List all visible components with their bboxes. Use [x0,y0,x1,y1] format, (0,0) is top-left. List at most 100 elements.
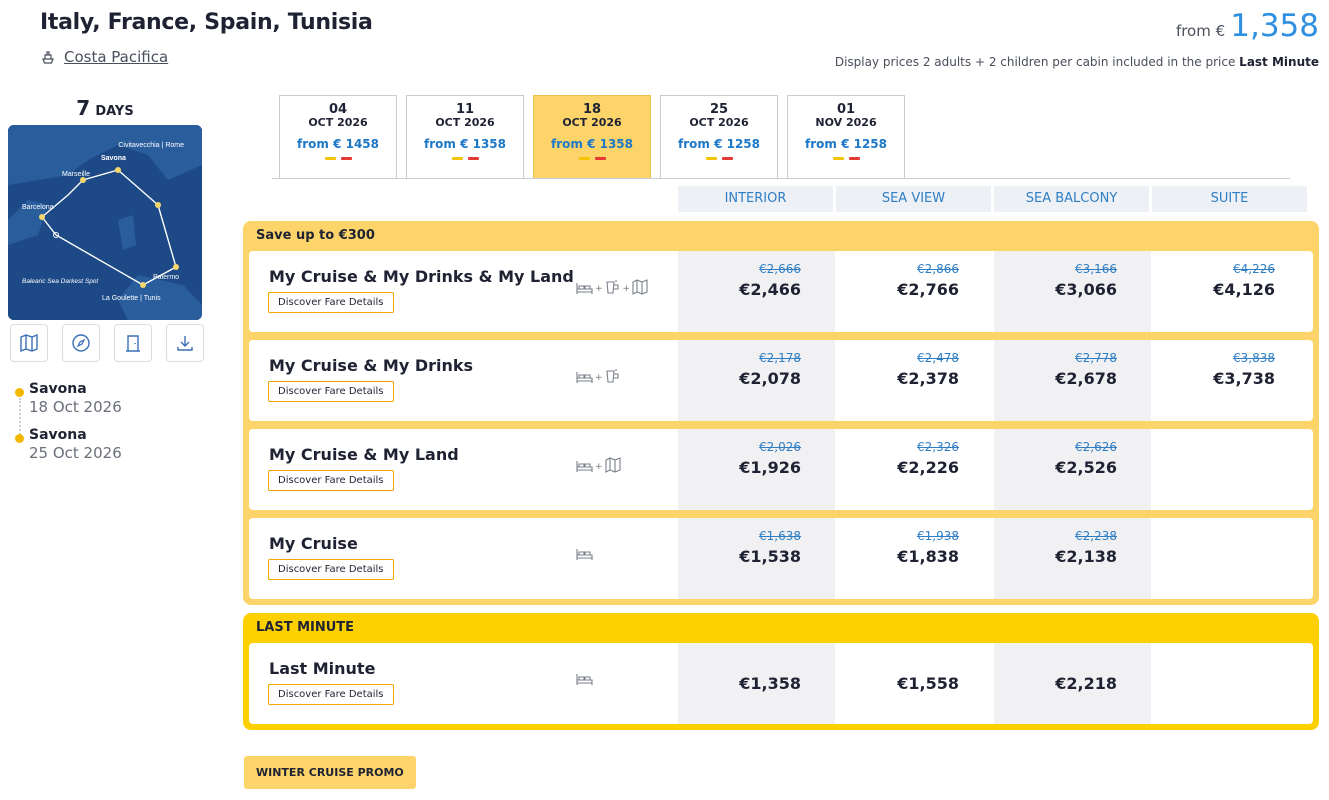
current-price: €2,466 [739,280,801,299]
land-icon [604,457,621,477]
tab-indicator-yellow [705,157,717,160]
price-cell[interactable]: €2,238 €2,138 [994,518,1151,599]
fare-name: My Cruise & My Drinks [269,356,474,375]
cabin-icon [576,546,593,565]
col-head-sea-balcony: SEA BALCONY [994,186,1149,212]
discover-fare-details-button[interactable]: Discover Fare Details [268,470,394,491]
tab-indicator-red [340,157,352,160]
discover-fare-details-button[interactable]: Discover Fare Details [268,381,394,402]
amenity-icons: + + [576,279,648,299]
tab-indicator-yellow [578,157,590,160]
current-price: €2,678 [1055,369,1117,388]
plus-sign: + [595,373,603,383]
original-price: €1,938 [917,529,959,543]
current-price: €4,126 [1213,280,1275,299]
cabin-icon [576,671,593,690]
fare-row: My Cruise Discover Fare Details €1,638 €1,5… [249,518,1313,599]
price-cell[interactable]: €1,638 €1,538 [678,518,835,599]
price-cell[interactable]: €2,218 [994,643,1151,724]
price-cell[interactable]: €2,626 €2,526 [994,429,1151,510]
price-cell[interactable]: €1,558 [836,643,993,724]
tab-month: OCT 2026 [562,116,622,129]
ship-link[interactable]: Costa Pacifica [40,48,168,66]
original-price: €2,626 [1075,440,1117,454]
download-button[interactable] [166,324,204,362]
itinerary-map[interactable]: Civitavecchia | Rome Savona Marseille Ba… [8,125,202,320]
date-tab[interactable]: 18 OCT 2026 from € 1358 [533,95,651,178]
price-cell[interactable]: €2,866 €2,766 [836,251,993,332]
tab-price: from € 1258 [805,137,887,151]
itinerary-timeline: Savona 18 Oct 2026 Savona 25 Oct 2026 [12,380,122,472]
price-cell[interactable]: €2,326 €2,226 [836,429,993,510]
fare-group-title: Save up to €300 [256,228,375,243]
price-cell[interactable]: €2,778 €2,678 [994,340,1151,421]
duration-label: DAYS [95,104,134,119]
tab-day: 04 [328,102,348,117]
date-tab[interactable]: 11 OCT 2026 from € 1358 [406,95,524,178]
price-cell[interactable]: €4,226 €4,126 [1152,251,1309,332]
drinks-icon [605,368,621,388]
winter-promo-button[interactable]: WINTER CRUISE PROMO [244,756,416,789]
stop-dot [15,388,24,397]
tab-price: from € 1358 [424,137,506,151]
amenity-icons: + [576,368,621,388]
header-price: from € 1,358 [1176,8,1319,44]
current-price: €2,226 [897,458,959,477]
timeline-stop: Savona 18 Oct 2026 [12,380,122,416]
current-price: €2,378 [897,369,959,388]
discover-fare-details-button[interactable]: Discover Fare Details [268,292,394,313]
ship-name[interactable]: Costa Pacifica [64,48,168,66]
tab-price: from € 1458 [297,137,379,151]
discover-fare-details-button[interactable]: Discover Fare Details [268,559,394,580]
map-view-button[interactable] [10,324,48,362]
map-icon [19,333,39,353]
stop-port: Savona [29,427,87,443]
price-cell[interactable]: €2,178 €2,078 [678,340,835,421]
price-cell [1152,518,1309,599]
fare-name: My Cruise & My Drinks & My Land [269,267,574,286]
map-label-marseille: Marseille [62,171,90,178]
map-label-civitavecchia: Civitavecchia | Rome [118,142,184,149]
original-price: €2,178 [759,351,801,365]
price-cell[interactable]: €2,478 €2,378 [836,340,993,421]
price-cell[interactable]: €1,358 [678,643,835,724]
tab-month: OCT 2026 [435,116,495,129]
tab-price: from € 1258 [678,137,760,151]
price-cell[interactable]: €3,166 €3,066 [994,251,1151,332]
tab-indicators [788,157,904,160]
stop-dot [15,434,24,443]
current-price: €2,526 [1055,458,1117,477]
ship-icon [40,49,56,65]
price-cell[interactable]: €1,938 €1,838 [836,518,993,599]
fare-name: My Cruise [269,534,358,553]
price-cell[interactable]: €2,666 €2,466 [678,251,835,332]
date-tab[interactable]: 04 OCT 2026 from € 1458 [279,95,397,178]
date-tab[interactable]: 01 NOV 2026 from € 1258 [787,95,905,178]
date-tab[interactable]: 25 OCT 2026 from € 1258 [660,95,778,178]
map-label-balearic: Balearic Sea Darkest Spot [22,278,99,285]
duration-number: 7 [76,96,91,120]
price-cell [1152,429,1309,510]
price-cell[interactable]: €3,838 €3,738 [1152,340,1309,421]
tab-month: OCT 2026 [689,116,749,129]
note-text: Display prices 2 adults + 2 children per… [834,55,1236,69]
compass-button[interactable] [62,324,100,362]
current-price: €2,218 [1055,674,1117,693]
cabin-icon [576,369,593,388]
col-head-interior: INTERIOR [678,186,833,212]
tab-indicator-red [467,157,479,160]
tab-day: 18 [582,102,602,117]
original-price: €3,838 [1233,351,1275,365]
price-cell[interactable]: €2,026 €1,926 [678,429,835,510]
plus-sign: + [595,462,603,472]
col-head-sea-view: SEA VIEW [836,186,991,212]
fare-row: Last Minute Discover Fare Details €1,358 €1… [249,643,1313,724]
duration: 7 DAYS [8,96,202,120]
original-price: €1,638 [759,529,801,543]
discover-fare-details-button[interactable]: Discover Fare Details [268,684,394,705]
current-price: €1,558 [897,674,959,693]
current-price: €2,138 [1055,547,1117,566]
tab-indicators [407,157,523,160]
compass-icon [71,333,91,353]
cabin-button[interactable] [114,324,152,362]
